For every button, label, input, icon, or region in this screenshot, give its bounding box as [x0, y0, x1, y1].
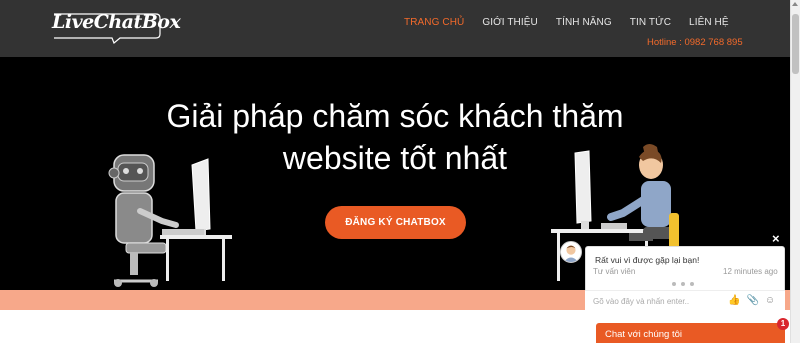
logo-text[interactable]: LiveChatBox — [52, 11, 181, 33]
robot-at-desk-illustration — [108, 154, 232, 287]
nav-item-trang-chu[interactable]: TRANG CHỦ — [404, 17, 464, 28]
smiley-icon[interactable]: ☺ — [765, 295, 775, 306]
agent-avatar — [560, 241, 582, 263]
paperclip-icon[interactable]: 📎 — [746, 295, 758, 306]
chat-message: Rất vui vì được gặp lại bạn! — [595, 255, 700, 265]
chat-sender: Tư vấn viên — [593, 267, 636, 276]
chat-input-placeholder[interactable]: Gõ vào đây và nhấn enter.. — [593, 297, 689, 306]
top-navbar: LiveChatBox TRANG CHỦ GIỚI THIỆU TÍNH NĂ… — [0, 0, 790, 57]
unread-badge: 1 — [777, 318, 789, 330]
close-icon[interactable]: × — [772, 231, 780, 246]
scroll-up-arrow-icon[interactable] — [792, 2, 798, 6]
nav-item-gioi-thieu[interactable]: GIỚI THIỆU — [482, 17, 538, 28]
register-chatbox-button[interactable]: ĐĂNG KÝ CHATBOX — [325, 206, 466, 239]
main-nav: TRANG CHỦ GIỚI THIỆU TÍNH NĂNG TIN TỨC L… — [404, 17, 747, 28]
scroll-thumb[interactable] — [792, 14, 799, 74]
chat-tools: 👍 📎 ☺ — [728, 295, 775, 306]
hotline-text: Hotline : 0982 768 895 — [647, 37, 743, 48]
nav-item-tinh-nang[interactable]: TÍNH NĂNG — [556, 17, 612, 28]
page: LiveChatBox TRANG CHỦ GIỚI THIỆU TÍNH NĂ… — [0, 0, 800, 343]
scrollbar[interactable] — [790, 0, 800, 343]
chat-time: 12 minutes ago — [723, 267, 778, 276]
nav-item-tin-tuc[interactable]: TIN TỨC — [630, 17, 671, 28]
chat-with-us-label[interactable]: Chat với chúng tôi — [605, 329, 682, 340]
hero-title-line1: Giải pháp chăm sóc khách thăm — [166, 98, 624, 134]
typing-indicator — [672, 282, 694, 286]
thumbs-up-icon[interactable]: 👍 — [728, 295, 740, 306]
nav-item-lien-he[interactable]: LIÊN HỆ — [689, 17, 729, 28]
